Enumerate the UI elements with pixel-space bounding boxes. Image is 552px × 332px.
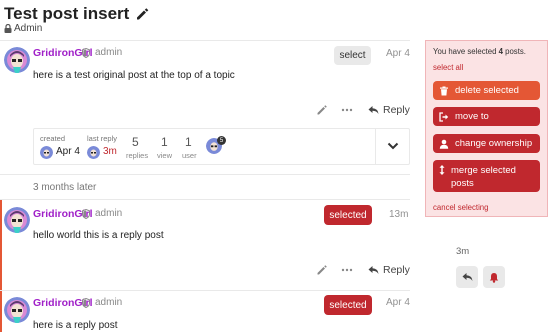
selected-post-indicator [0,291,2,332]
topic-map-divider [375,129,376,164]
time-gap-notice: 3 months later [33,182,97,193]
trash-icon [440,86,448,95]
shield-icon [82,209,90,219]
multi-select-panel: You have selected 4 posts. select all de… [425,40,548,217]
user-role: admin [95,47,123,58]
views-count: 1 [161,135,168,149]
pencil-icon[interactable] [135,7,149,21]
post-divider [0,199,410,200]
lock-icon [4,24,12,33]
selected-post-button[interactable]: selected [324,295,372,315]
topic-title-row: Test post insert [4,4,149,24]
user-icon [439,139,449,149]
reply-label: Reply [383,104,410,116]
post-body: here is a reply post [33,320,118,331]
reply-label: Reply [383,264,410,276]
timeline-reply-button[interactable] [456,266,478,288]
shield-icon [82,298,90,308]
avatar[interactable] [4,207,30,233]
last-reply-label: last reply [87,134,118,143]
user-role: admin [95,297,123,308]
merge-selected-posts-label: merge selected posts [451,165,516,189]
reply-icon [368,106,379,114]
created-value[interactable]: Apr 4 [56,146,80,157]
reply-icon [462,273,472,281]
users-count: 1 [185,135,192,149]
shield-icon [82,48,90,58]
avatar[interactable] [40,146,53,159]
pencil-icon[interactable] [316,264,328,276]
change-ownership-button[interactable]: change ownership [433,134,540,153]
reply-icon [368,266,379,274]
selected-post-indicator [0,200,2,290]
selection-info-prefix: You have selected [433,47,499,56]
move-to-button[interactable]: move to [433,107,540,126]
change-ownership-label: change ownership [455,138,533,149]
replies-label: replies [126,151,149,160]
move-to-label: move to [455,111,489,122]
post-date[interactable]: 13m [389,209,408,220]
user-post-count-badge: 5 [217,136,226,145]
post-date[interactable]: Apr 4 [386,297,410,308]
selection-count-text: You have selected 4 posts. [433,47,526,56]
merge-selected-posts-button[interactable]: merge selected posts [433,160,540,192]
replies-count: 5 [132,135,139,149]
more-actions-icon[interactable] [341,104,353,116]
bell-icon [489,272,499,283]
sign-out-icon [439,111,449,122]
post-body: here is a test original post at the top … [33,70,235,81]
last-reply-value[interactable]: 3m [103,146,117,157]
notification-button[interactable] [483,266,505,288]
reply-button[interactable]: Reply [368,264,410,276]
user-role: admin [95,208,123,219]
topic-map: created Apr 4 last reply 3m 5 replies 1 … [33,128,410,165]
category-name: Admin [14,23,43,34]
delete-selected-button[interactable]: delete selected [433,81,540,100]
chevron-down-icon[interactable] [387,141,399,151]
pencil-icon[interactable] [316,104,328,116]
select-all-link[interactable]: select all [433,63,463,72]
selection-info-suffix: posts. [502,47,526,56]
created-label: created [40,134,66,143]
arrows-vertical-icon [439,165,445,175]
select-post-button[interactable]: select [334,46,371,65]
avatar[interactable] [87,146,100,159]
avatar[interactable] [4,47,30,73]
post-body: hello world this is a reply post [33,230,164,241]
reply-button[interactable]: Reply [368,104,410,116]
users-label: user [182,151,197,160]
selected-post-button[interactable]: selected [324,205,372,225]
category-badge[interactable]: Admin [4,23,42,34]
post-date[interactable]: Apr 4 [386,48,410,59]
timeline-ago[interactable]: 3m [456,246,469,257]
more-actions-icon[interactable] [341,264,353,276]
views-label: view [157,151,173,160]
topic-title: Test post insert [4,4,130,23]
post-divider [0,174,410,175]
delete-selected-label: delete selected [455,85,519,96]
post-divider [0,290,410,291]
cancel-selecting-link[interactable]: cancel selecting [433,203,488,212]
avatar[interactable] [4,297,30,323]
header-divider [0,40,410,41]
